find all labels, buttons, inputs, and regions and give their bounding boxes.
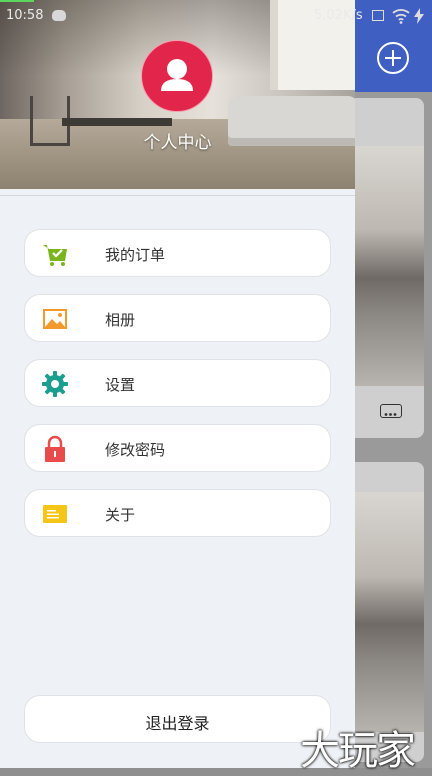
watermark: 大玩家	[300, 728, 416, 774]
more-icon[interactable]	[380, 404, 402, 418]
status-progress	[0, 0, 34, 2]
sim-icon	[372, 10, 384, 21]
drawer-title: 个人中心	[143, 133, 212, 153]
menu-item-settings[interactable]: 设置	[24, 359, 331, 407]
menu-item-label: 我的订单	[105, 246, 166, 264]
charging-icon	[414, 8, 424, 24]
status-time: 10:58	[6, 8, 44, 23]
network-speed: 5.02K/s	[314, 8, 363, 23]
note-icon	[43, 505, 67, 523]
divider	[0, 195, 355, 196]
gear-icon	[42, 371, 68, 397]
menu-item-label: 关于	[105, 506, 136, 524]
menu-item-label: 修改密码	[105, 441, 166, 459]
menu-item-change-password[interactable]: 修改密码	[24, 424, 331, 472]
user-icon	[161, 59, 193, 91]
image-icon	[43, 309, 67, 329]
logout-button[interactable]: 退出登录	[24, 695, 331, 743]
cart-icon	[43, 245, 67, 266]
menu-item-label: 设置	[105, 376, 136, 394]
logout-label: 退出登录	[145, 714, 210, 733]
avatar[interactable]	[141, 40, 213, 112]
menu-item-album[interactable]: 相册	[24, 294, 331, 342]
add-circle-icon[interactable]	[377, 42, 409, 74]
status-bar: 10:58 5.02K/s	[0, 0, 432, 32]
cat-icon	[52, 10, 66, 21]
menu-item-about[interactable]: 关于	[24, 489, 331, 537]
navigation-drawer: 个人中心 我的订单 相册 设置 修改密码 关于 退出登录	[0, 0, 355, 768]
menu-item-label: 相册	[105, 311, 136, 329]
wifi-icon	[392, 9, 410, 24]
lock-icon	[45, 435, 65, 462]
menu-item-my-orders[interactable]: 我的订单	[24, 229, 331, 277]
